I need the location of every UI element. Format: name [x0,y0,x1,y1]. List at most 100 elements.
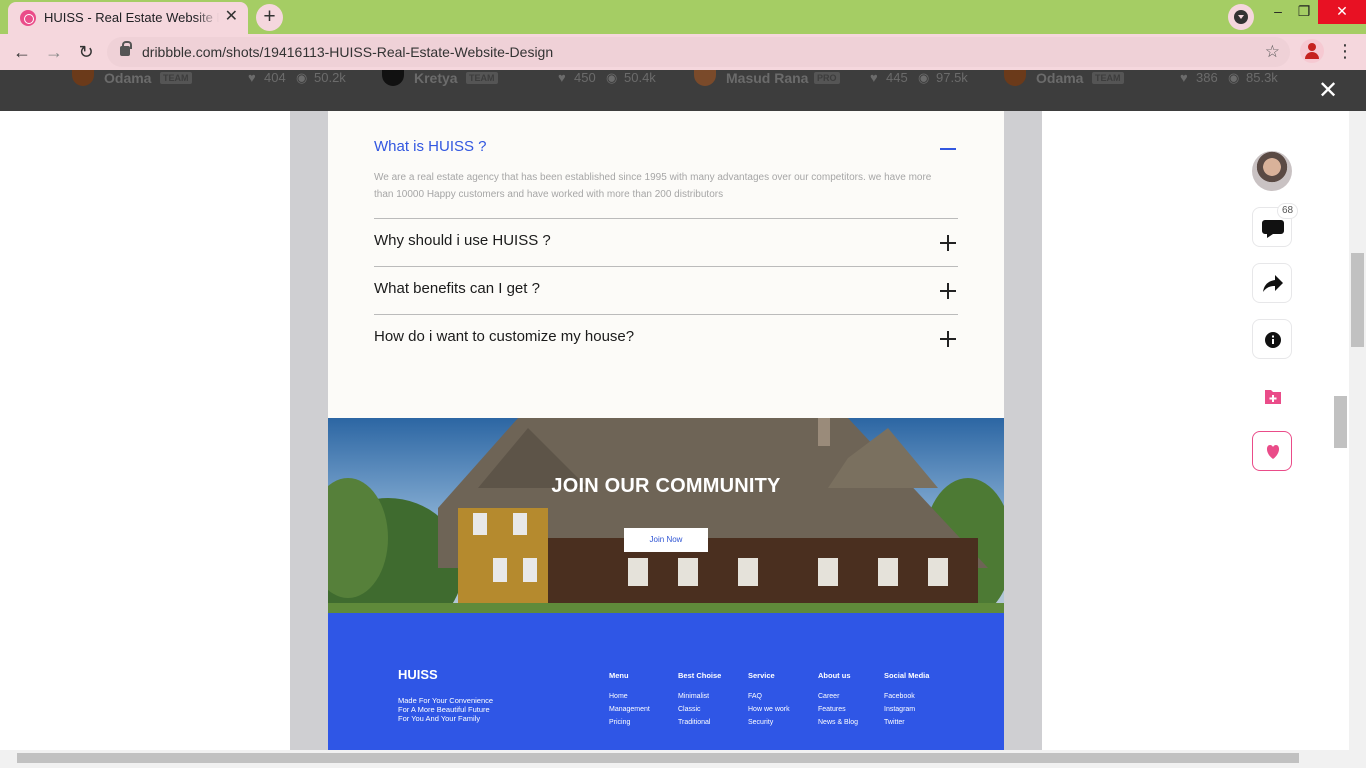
views-count: 50.2k [314,70,346,85]
strip-author[interactable]: Masud Rana [726,70,808,86]
views-icon: ◉ [296,70,308,85]
house-photo [328,418,1004,613]
heart-icon [1266,445,1280,459]
pro-badge: PRO [814,72,840,84]
url-text[interactable]: dribbble.com/shots/19416113-HUISS-Real-E… [142,44,553,60]
bookmark-star-icon[interactable]: ☆ [1265,42,1280,62]
footer-link[interactable]: Traditional [678,719,721,726]
like-icon: ♥ [248,70,256,85]
footer-column-social: Social Media Facebook Instagram Twitter [884,671,929,726]
avatar [694,70,716,86]
footer-link[interactable]: Home [609,693,650,700]
likes-count: 404 [264,70,286,85]
footer-heading: Best Choise [678,671,722,680]
footer-link[interactable]: Instagram [884,706,929,713]
footer-link[interactable]: Security [748,719,790,726]
lock-icon[interactable] [120,41,132,56]
footer-column-about: About us Career Features News & Blog [818,671,858,726]
footer-column-menu: Menu Home Management Pricing [609,671,650,726]
horizontal-scrollbar-thumb[interactable] [17,753,1299,763]
footer-heading: Social Media [884,671,930,680]
designer-avatar[interactable] [1252,151,1292,191]
vertical-scrollbar[interactable] [1349,111,1366,750]
team-badge: TEAM [466,72,498,84]
shot-details-button[interactable] [1252,319,1292,359]
views-count: 97.5k [936,70,968,85]
faq-divider [374,266,958,267]
likes-count: 386 [1196,70,1218,85]
site-footer: HUISS Made For Your Convenience For A Mo… [328,613,1004,750]
share-button[interactable] [1252,263,1292,303]
footer-link[interactable]: Pricing [609,719,650,726]
footer-logo[interactable]: HUISS [398,667,438,682]
like-button[interactable] [1252,431,1292,471]
tagline-line: For You And Your Family [398,714,481,723]
forward-button[interactable]: → [40,38,68,66]
team-badge: TEAM [1092,72,1124,84]
strip-author[interactable]: Odama [1036,70,1083,86]
dribbble-favicon-icon [20,10,36,26]
footer-link[interactable]: Features [818,706,858,713]
footer-column-service: Service FAQ How we work Security [748,671,790,726]
avatar [382,70,404,86]
tab-search-button[interactable] [1228,4,1254,30]
community-title: JOIN OUR COMMUNITY [551,475,781,497]
faq-question[interactable]: How do i want to customize my house? [374,328,634,345]
views-count: 85.3k [1246,70,1278,85]
vertical-scrollbar-thumb[interactable] [1351,253,1364,347]
like-icon: ♥ [870,70,878,85]
likes-count: 445 [886,70,908,85]
join-now-button[interactable]: Join Now [624,528,708,552]
share-icon [1263,275,1283,292]
profile-avatar-icon[interactable] [1300,39,1324,63]
footer-heading: About us [818,671,851,680]
back-button[interactable]: ← [8,38,36,66]
footer-link[interactable]: Minimalist [678,693,721,700]
tab-close-icon[interactable]: ✕ [225,8,238,26]
strip-author[interactable]: Kretya [414,70,458,86]
tab-strip: HUISS - Real Estate Website Design ✕ + –… [0,0,1366,34]
window-close-button[interactable]: ✕ [1318,0,1366,24]
footer-link[interactable]: Management [609,706,650,713]
new-tab-button[interactable]: + [256,4,283,31]
horizontal-scrollbar[interactable] [0,750,1366,768]
plus-icon[interactable] [940,282,958,300]
footer-tagline: Made For Your Convenience For A More Bea… [398,696,493,723]
like-icon: ♥ [1180,70,1188,85]
footer-link[interactable]: Career [818,693,858,700]
browser-tab[interactable]: HUISS - Real Estate Website Design ✕ [8,2,248,34]
faq-divider [374,218,958,219]
save-to-collection-button[interactable] [1252,375,1292,415]
reload-button[interactable]: ↻ [72,38,100,66]
faq-divider [374,314,958,315]
footer-link[interactable]: News & Blog [818,719,858,726]
footer-link[interactable]: Twitter [884,719,929,726]
footer-link[interactable]: Facebook [884,693,929,700]
modal-scrollbar-thumb[interactable] [1334,396,1347,448]
minus-icon[interactable] [940,140,958,158]
footer-link[interactable]: Classic [678,706,721,713]
team-badge: TEAM [160,72,192,84]
plus-icon[interactable] [940,330,958,348]
browser-menu-icon[interactable]: ⋮ [1336,38,1354,64]
views-icon: ◉ [1228,70,1240,85]
shot-modal: What is HUISS ? We are a real estate age… [0,111,1349,750]
shot-image: What is HUISS ? We are a real estate age… [328,111,1004,750]
views-icon: ◉ [606,70,618,85]
plus-icon[interactable] [940,234,958,252]
avatar [1004,70,1026,86]
maximize-button[interactable]: ❐ [1286,0,1322,24]
close-modal-icon[interactable]: ✕ [1318,79,1338,103]
tagline-line: For A More Beautiful Future [398,705,490,714]
footer-link[interactable]: How we work [748,706,790,713]
tagline-line: Made For Your Convenience [398,696,494,705]
footer-heading: Service [748,671,775,680]
address-bar[interactable]: dribbble.com/shots/19416113-HUISS-Real-E… [107,37,1290,67]
footer-link[interactable]: FAQ [748,693,790,700]
strip-author[interactable]: Odama [104,70,151,86]
faq-question[interactable]: What benefits can I get ? [374,280,540,297]
footer-heading: Menu [609,671,629,680]
faq-question[interactable]: Why should i use HUISS ? [374,232,551,249]
info-icon [1265,332,1281,348]
faq-question-open[interactable]: What is HUISS ? [374,138,487,155]
